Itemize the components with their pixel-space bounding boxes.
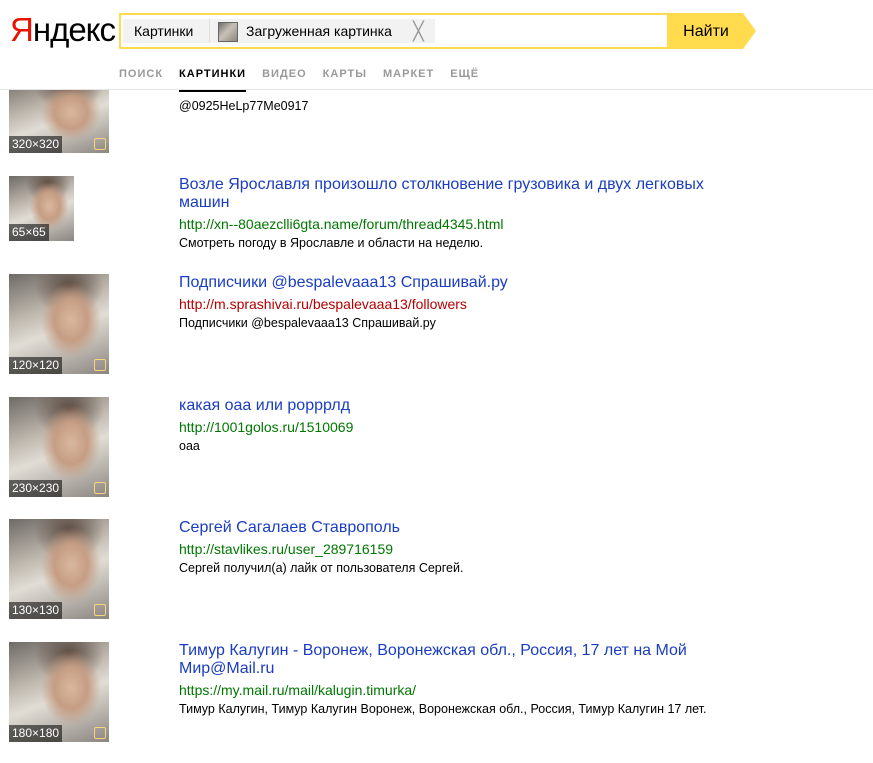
result-title-link[interactable]: Возле Ярославля произошло столкновение г… <box>179 176 719 212</box>
tab-maps[interactable]: КАРТЫ <box>323 67 367 81</box>
search-button[interactable]: Найти <box>669 13 743 49</box>
badge-icon <box>94 359 106 371</box>
badge-icon <box>94 138 106 150</box>
result-title-link[interactable]: Сергей Сагалаев Ставрополь <box>179 519 719 537</box>
tab-images[interactable]: КАРТИНКИ <box>179 67 247 92</box>
result-url-link[interactable]: https://my.mail.ru/mail/kalugin.timurka/ <box>179 681 719 699</box>
result-thumbnail[interactable]: 65×65 <box>9 176 74 241</box>
result-thumbnail[interactable]: 230×230 <box>9 397 109 497</box>
result-description: Смотреть погоду в Ярославле и области на… <box>179 236 484 250</box>
tab-market[interactable]: МАРКЕТ <box>383 67 434 81</box>
yandex-logo[interactable]: Яндекс <box>10 10 116 50</box>
uploaded-image-chip[interactable]: Загруженная картинка ╳ <box>209 19 435 43</box>
result-thumbnail[interactable]: 320×320 <box>9 90 109 153</box>
badge-icon <box>94 604 106 616</box>
badge-icon <box>94 482 106 494</box>
result-description: Подписчики @bespalevaaa13 Спрашивай.ру <box>179 316 436 330</box>
image-size-label: 320×320 <box>9 136 63 153</box>
search-bar[interactable]: Картинки Загруженная картинка ╳ <box>119 13 669 49</box>
result-thumbnail[interactable]: 120×120 <box>9 274 109 374</box>
category-chip[interactable]: Картинки <box>123 19 209 43</box>
result-description: оаа <box>179 439 200 453</box>
logo-first-letter: Я <box>10 11 34 48</box>
result-title-link[interactable]: какая оаа или рорррлд <box>179 397 719 415</box>
result-thumbnail[interactable]: 130×130 <box>9 519 109 619</box>
uploaded-image-thumbnail <box>218 22 238 42</box>
result-url-link[interactable]: http://1001golos.ru/1510069 <box>179 418 719 436</box>
image-size-label: 230×230 <box>9 480 63 497</box>
tab-video[interactable]: ВИДЕО <box>262 67 307 81</box>
result-description: Сергей получил(а) лайк от пользователя С… <box>179 561 464 575</box>
result-description: Тимур Калугин, Тимур Калугин Воронеж, Во… <box>179 702 707 716</box>
result-url-link[interactable]: http://m.sprashivai.ru/bespalevaaa13/fol… <box>179 295 719 313</box>
image-size-label: 180×180 <box>9 725 63 742</box>
tab-more[interactable]: ЕЩЁ <box>450 67 479 81</box>
uploaded-image-label: Загруженная картинка <box>246 23 392 39</box>
result-description: @0925HeLp77Me0917 <box>179 99 309 113</box>
image-size-label: 130×130 <box>9 602 63 619</box>
search-button-arrow[interactable] <box>743 13 756 49</box>
logo-rest: ндекс <box>32 11 116 48</box>
result-title-link[interactable]: Тимур Калугин - Воронеж, Воронежская обл… <box>179 642 719 678</box>
service-tabs: ПОИСК КАРТИНКИ ВИДЕО КАРТЫ МАРКЕТ ЕЩЁ <box>119 64 495 92</box>
result-url-link[interactable]: http://xn--80aezclli6gta.name/forum/thre… <box>179 215 719 233</box>
results-list: 320×320 @0925HeLp77Me0917 65×65 Возле Яр… <box>0 90 873 763</box>
tab-search[interactable]: ПОИСК <box>119 67 163 81</box>
image-size-label: 120×120 <box>9 357 63 374</box>
image-size-label: 65×65 <box>9 224 49 241</box>
badge-icon <box>94 727 106 739</box>
result-url-link[interactable]: http://stavlikes.ru/user_289716159 <box>179 540 719 558</box>
result-thumbnail[interactable]: 180×180 <box>9 642 109 742</box>
close-icon[interactable]: ╳ <box>413 19 427 43</box>
result-title-link[interactable]: Подписчики @bespalevaaa13 Спрашивай.ру <box>179 274 719 292</box>
